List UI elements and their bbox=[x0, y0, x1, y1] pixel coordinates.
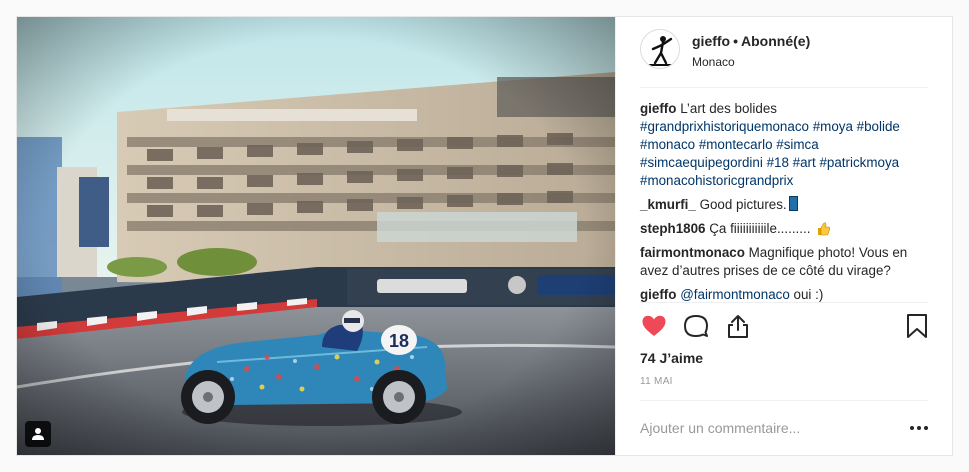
person-icon bbox=[32, 428, 44, 440]
post-photo[interactable]: 18 bbox=[17, 17, 615, 455]
location-link[interactable]: Monaco bbox=[692, 54, 810, 70]
username-link[interactable]: gieffo bbox=[692, 33, 730, 49]
more-dot bbox=[910, 426, 914, 431]
comment-username[interactable]: _kmurfi_ bbox=[640, 197, 696, 212]
avatar[interactable] bbox=[640, 29, 680, 69]
hashtag-link[interactable]: #bolide bbox=[857, 119, 900, 134]
caption-username[interactable]: gieffo bbox=[640, 101, 676, 116]
action-bar bbox=[640, 302, 928, 349]
bookmark-icon bbox=[907, 314, 927, 339]
comment-username[interactable]: gieffo bbox=[640, 287, 676, 302]
like-button[interactable] bbox=[640, 312, 668, 340]
separator-dot: • bbox=[733, 33, 739, 49]
hashtag-link[interactable]: #monacohistoricgrandprix bbox=[640, 173, 793, 188]
comment-item: fairmontmonaco Magnifique photo! Vous en… bbox=[640, 244, 928, 280]
more-dot bbox=[917, 426, 921, 431]
follow-status-button[interactable]: Abonné(e) bbox=[741, 33, 810, 49]
post-header: gieffo • Abonné(e) Monaco bbox=[640, 17, 928, 88]
hashtag-link[interactable]: #patrickmoya bbox=[819, 155, 899, 170]
comment-item: _kmurfi_ Good pictures. bbox=[640, 195, 928, 214]
avatar-image bbox=[641, 30, 679, 68]
comment-username[interactable]: steph1806 bbox=[640, 221, 706, 236]
instagram-post: 18 bbox=[16, 16, 953, 456]
mention-link[interactable]: @fairmontmonaco bbox=[680, 287, 790, 302]
add-comment-input[interactable]: Ajouter un commentaire... bbox=[640, 420, 800, 436]
add-comment-bar: Ajouter un commentaire... bbox=[640, 400, 928, 455]
more-dot bbox=[924, 426, 928, 431]
comment-icon bbox=[684, 315, 708, 338]
tagged-users-button[interactable] bbox=[25, 421, 51, 447]
comment-text: oui :) bbox=[793, 286, 824, 302]
race-car-photo: 18 bbox=[17, 17, 615, 455]
hashtag-link[interactable]: #monaco bbox=[640, 137, 695, 152]
caption-text: L’art des bolides bbox=[680, 100, 777, 116]
header-line: gieffo • Abonné(e) bbox=[692, 32, 810, 50]
header-text: gieffo • Abonné(e) Monaco bbox=[692, 29, 810, 70]
hashtag-link[interactable]: #moya bbox=[813, 119, 853, 134]
post-side-panel: gieffo • Abonné(e) Monaco gieffo L’art des… bbox=[615, 17, 952, 455]
post-date[interactable]: 11 MAI bbox=[640, 373, 928, 400]
more-options-button[interactable] bbox=[910, 426, 928, 431]
thumbs-up-emoji-icon bbox=[818, 221, 831, 235]
comment-item: steph1806 Ça fiiiiiiiiiiile......... bbox=[640, 220, 928, 238]
caption: gieffo L’art des bolides #grandprixhisto… bbox=[640, 100, 928, 190]
hashtag-link[interactable]: #montecarlo bbox=[699, 137, 773, 152]
comment-username[interactable]: fairmontmonaco bbox=[640, 245, 745, 260]
heart-icon bbox=[642, 315, 666, 337]
comment-text: Ça fiiiiiiiiiiile......... bbox=[709, 220, 811, 236]
hashtag-link[interactable]: #simcaequipegordini bbox=[640, 155, 763, 170]
hashtag-link[interactable]: #art bbox=[793, 155, 816, 170]
comment-text: Good pictures. bbox=[699, 196, 787, 212]
hashtag-link[interactable]: #simca bbox=[776, 137, 818, 152]
comment-button[interactable] bbox=[682, 312, 710, 340]
hashtag-link[interactable]: #18 bbox=[767, 155, 789, 170]
hashtag-link[interactable]: #grandprixhistoriquemonaco bbox=[640, 119, 809, 134]
comment-item: gieffo @fairmontmonaco oui :) bbox=[640, 286, 928, 303]
likes-count[interactable]: 74 J’aime bbox=[640, 349, 928, 367]
comments-list: gieffo L’art des bolides #grandprixhisto… bbox=[616, 88, 952, 303]
save-button[interactable] bbox=[906, 313, 928, 344]
blue-square-emoji-icon bbox=[788, 195, 798, 211]
share-icon bbox=[728, 315, 748, 339]
share-button[interactable] bbox=[724, 312, 752, 340]
